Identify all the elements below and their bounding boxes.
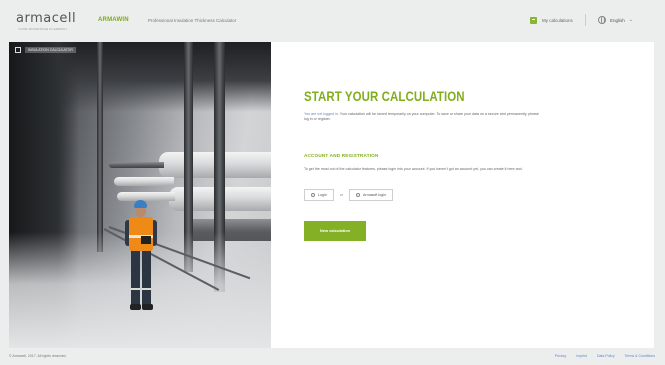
new-calculation-button[interactable]: New calculation <box>304 220 366 241</box>
my-calculations-label: My calculations <box>542 17 573 23</box>
calculator-icon <box>530 16 537 24</box>
photo-caption: INSULATION CALCULATOR <box>15 47 76 53</box>
armacell-logo[interactable]: armacell <box>16 11 76 26</box>
photo-column <box>97 42 103 252</box>
worker-vest <box>129 217 153 251</box>
product-subtitle: Professional Insulation Thickness Calcul… <box>148 18 237 23</box>
worker-leg <box>142 250 151 306</box>
worker-boot <box>130 304 141 310</box>
account-section-title: ACCOUNT AND REGISTRATION <box>304 153 379 159</box>
footer-link-imprint[interactable]: Imprint <box>576 354 587 358</box>
photo-caption-text: INSULATION CALCULATOR <box>25 47 76 53</box>
hero-photo: INSULATION CALCULATOR <box>9 42 271 348</box>
footer-link-privacy[interactable]: Privacy <box>555 354 566 358</box>
header-divider <box>585 14 586 26</box>
user-icon <box>356 192 360 197</box>
footer-links: Privacy Imprint Data Policy Terms & Cond… <box>555 354 655 358</box>
my-calculations-button[interactable]: My calculations <box>530 12 573 28</box>
footer-link-data-policy[interactable]: Data Policy <box>597 354 615 358</box>
armasoft-login-button[interactable]: Armasoft login <box>349 188 393 201</box>
account-section-text: To get the most out of the calculator fe… <box>304 167 523 172</box>
footer-link-terms[interactable]: Terms & Conditions <box>625 354 655 358</box>
intro-text: You are not logged in. Your calculation … <box>304 112 544 122</box>
chevron-down-icon: ⌄ <box>628 17 633 23</box>
login-button[interactable]: Login <box>304 188 334 201</box>
product-name: ARMAWIN <box>98 17 129 23</box>
login-button-label: Login <box>318 192 327 197</box>
worker-tablet <box>141 236 151 244</box>
intro-body: Your calculation will be stored temporar… <box>304 112 539 122</box>
page-title: START YOUR CALCULATION <box>304 88 465 104</box>
or-separator: or <box>339 192 343 197</box>
worker-helmet <box>134 200 147 208</box>
app-header: armacell YOUR ADVANTAGE IN ENERGY ARMAWI… <box>0 0 665 38</box>
language-label: English <box>610 17 625 23</box>
page-footer: © Armacell, 2017. All rights reserved. P… <box>0 349 665 365</box>
armasoft-login-label: Armasoft login <box>363 192 386 197</box>
worker-boot <box>142 304 153 310</box>
photo-pipe <box>114 177 174 186</box>
user-icon <box>311 192 315 197</box>
photo-worker <box>121 200 161 320</box>
login-status-link[interactable]: You are not logged in. <box>304 112 339 116</box>
login-options: Login or Armasoft login <box>304 188 564 201</box>
main-card: INSULATION CALCULATOR START YOUR CALCULA… <box>9 42 654 348</box>
worker-leg <box>131 250 140 306</box>
start-calculation-panel: START YOUR CALCULATION You are not logge… <box>304 88 564 241</box>
copyright-text: © Armacell, 2017. All rights reserved. <box>9 354 67 358</box>
language-selector[interactable]: English ⌄ <box>598 12 633 28</box>
photo-pipe <box>109 162 164 168</box>
expand-icon <box>15 47 21 53</box>
globe-icon <box>598 16 606 24</box>
logo-tagline: YOUR ADVANTAGE IN ENERGY <box>18 27 68 31</box>
